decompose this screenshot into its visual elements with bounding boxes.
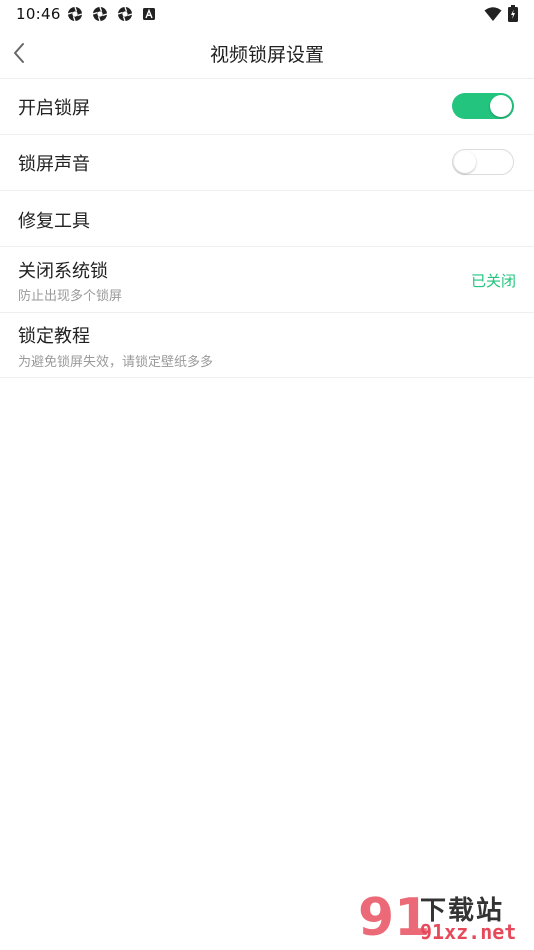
status-bar: 10:46 [0, 0, 534, 28]
page-title: 视频锁屏设置 [209, 44, 324, 66]
setting-row-disable-system-lock[interactable]: 关闭系统锁 防止出现多个锁屏 已关闭 [0, 247, 534, 313]
setting-row-repair-tool[interactable]: 修复工具 [0, 191, 534, 247]
setting-description: 防止出现多个锁屏 [18, 289, 123, 304]
enable-lockscreen-toggle[interactable] [452, 93, 514, 119]
watermark: 91 下载站 91xz.net [358, 888, 528, 948]
status-text: 已关闭 [470, 272, 516, 290]
toggle-knob [490, 95, 512, 117]
a-badge-icon [143, 8, 155, 20]
lockscreen-sound-toggle[interactable] [452, 149, 514, 175]
setting-row-lockscreen-sound: 锁屏声音 [0, 135, 534, 191]
setting-row-enable-lockscreen: 开启锁屏 [0, 78, 534, 135]
status-time: 10:46 [16, 5, 61, 23]
setting-label: 锁屏声音 [18, 154, 90, 175]
setting-label: 锁定教程 [18, 326, 90, 347]
title-bar: 视频锁屏设置 [0, 28, 534, 79]
toggle-knob [454, 151, 476, 173]
setting-label: 关闭系统锁 [18, 261, 108, 282]
setting-description: 为避免锁屏失效，请锁定壁纸多多 [18, 355, 214, 370]
aperture-icon [67, 6, 83, 22]
setting-row-lock-tutorial[interactable]: 锁定教程 为避免锁屏失效，请锁定壁纸多多 [0, 313, 534, 378]
setting-label: 修复工具 [18, 211, 90, 232]
wifi-icon [484, 6, 502, 21]
watermark-url: 91xz.net [420, 920, 517, 944]
setting-label: 开启锁屏 [18, 98, 90, 119]
aperture-icon [117, 6, 133, 22]
aperture-icon [92, 6, 108, 22]
battery-icon [508, 5, 518, 22]
